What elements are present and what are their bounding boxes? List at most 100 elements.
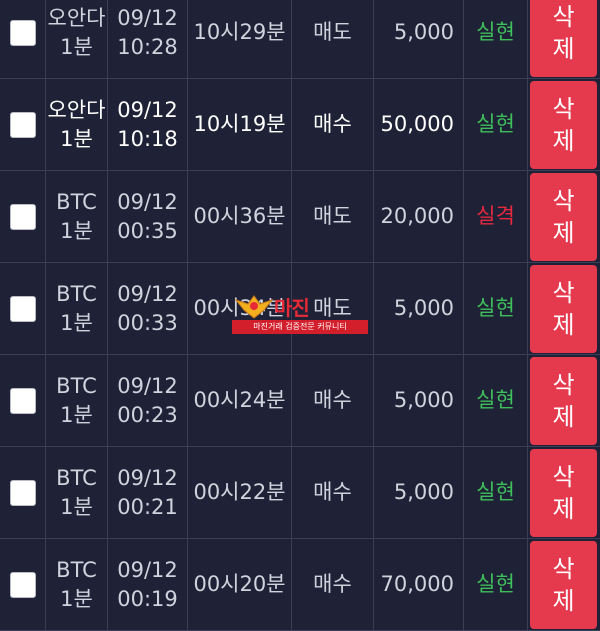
row-checkbox[interactable] [9,203,36,230]
trade-type-cell: 매수 [292,539,374,630]
table-row: 오안다 1분 09/12 10:28 10시29분 매도 5,000 실현 삭제 [0,0,600,79]
action-cell: 삭제 [528,79,600,170]
amount-cell: 5,000 [374,263,464,354]
order-time: 00:19 [117,586,178,611]
trade-type-cell: 매도 [292,171,374,262]
row-checkbox[interactable] [9,479,36,506]
delete-button[interactable]: 삭제 [530,173,597,261]
order-time: 00:33 [117,310,178,335]
symbol-period: 1분 [60,310,93,335]
action-cell: 삭제 [528,0,600,78]
symbol-name: BTC [56,558,97,583]
row-select-cell [0,263,46,354]
amount-cell: 5,000 [374,447,464,538]
start-time-cell: 10시19분 [188,79,292,170]
trade-type-cell: 매도 [292,0,374,78]
action-cell: 삭제 [528,447,600,538]
order-date: 09/12 [117,466,178,491]
order-date: 09/12 [117,282,178,307]
row-select-cell [0,0,46,78]
delete-button[interactable]: 삭제 [530,449,597,537]
result-cell: 실현 [464,263,528,354]
order-time-cell: 09/12 00:35 [108,171,188,262]
symbol-period: 1분 [60,586,93,611]
symbol-name: BTC [56,466,97,491]
row-select-cell [0,79,46,170]
order-date: 09/12 [117,190,178,215]
trade-type-cell: 매수 [292,79,374,170]
symbol-cell: BTC 1분 [46,355,108,446]
row-checkbox[interactable] [9,19,36,46]
start-time-cell: 10시29분 [188,0,292,78]
row-select-cell [0,539,46,630]
delete-button[interactable]: 삭제 [530,0,597,77]
order-time: 00:35 [117,218,178,243]
table-row: BTC 1분 09/12 00:21 00시22분 매수 5,000 실현 삭제 [0,447,600,539]
order-date: 09/12 [117,558,178,583]
table-row: 오안다 1분 09/12 10:18 10시19분 매수 50,000 실현 삭제 [0,79,600,171]
result-cell: 실격 [464,171,528,262]
symbol-period: 1분 [60,34,93,59]
symbol-period: 1분 [60,494,93,519]
delete-button[interactable]: 삭제 [530,357,597,445]
start-time-cell: 00시20분 [188,539,292,630]
row-checkbox[interactable] [9,387,36,414]
order-time-cell: 09/12 00:21 [108,447,188,538]
order-time-cell: 09/12 10:28 [108,0,188,78]
row-select-cell [0,355,46,446]
action-cell: 삭제 [528,171,600,262]
symbol-cell: BTC 1분 [46,447,108,538]
result-cell: 실현 [464,0,528,78]
symbol-period: 1분 [60,402,93,427]
symbol-period: 1분 [60,218,93,243]
symbol-name: BTC [56,282,97,307]
order-time: 00:21 [117,494,178,519]
symbol-cell: BTC 1분 [46,263,108,354]
trade-type-cell: 매수 [292,447,374,538]
result-cell: 실현 [464,447,528,538]
order-time: 00:23 [117,402,178,427]
symbol-name: BTC [56,190,97,215]
amount-cell: 20,000 [374,171,464,262]
amount-cell: 50,000 [374,79,464,170]
action-cell: 삭제 [528,263,600,354]
symbol-name: 오안다 [47,6,106,31]
row-checkbox[interactable] [9,111,36,138]
table-row: BTC 1분 09/12 00:33 00시34분 매도 5,000 실현 삭제 [0,263,600,355]
action-cell: 삭제 [528,539,600,630]
symbol-cell: BTC 1분 [46,171,108,262]
table-row: BTC 1분 09/12 00:23 00시24분 매수 5,000 실현 삭제 [0,355,600,447]
amount-cell: 5,000 [374,0,464,78]
symbol-name: 오안다 [47,98,106,123]
amount-cell: 5,000 [374,355,464,446]
symbol-name: BTC [56,374,97,399]
start-time-cell: 00시34분 [188,263,292,354]
row-select-cell [0,171,46,262]
row-checkbox[interactable] [9,571,36,598]
start-time-cell: 00시24분 [188,355,292,446]
delete-button[interactable]: 삭제 [530,81,597,169]
order-time: 10:18 [117,126,178,151]
start-time-cell: 00시22분 [188,447,292,538]
order-time: 10:28 [117,34,178,59]
order-time-cell: 09/12 00:33 [108,263,188,354]
order-time-cell: 09/12 10:18 [108,79,188,170]
order-time-cell: 09/12 00:23 [108,355,188,446]
order-date: 09/12 [117,6,178,31]
symbol-cell: 오안다 1분 [46,79,108,170]
row-select-cell [0,447,46,538]
symbol-cell: 오안다 1분 [46,0,108,78]
symbol-cell: BTC 1분 [46,539,108,630]
delete-button[interactable]: 삭제 [530,265,597,353]
order-time-cell: 09/12 00:19 [108,539,188,630]
row-checkbox[interactable] [9,295,36,322]
result-cell: 실현 [464,355,528,446]
amount-cell: 70,000 [374,539,464,630]
trade-type-cell: 매수 [292,355,374,446]
trade-type-cell: 매도 [292,263,374,354]
delete-button[interactable]: 삭제 [530,541,597,629]
order-date: 09/12 [117,98,178,123]
result-cell: 실현 [464,79,528,170]
symbol-period: 1분 [60,126,93,151]
result-cell: 실현 [464,539,528,630]
